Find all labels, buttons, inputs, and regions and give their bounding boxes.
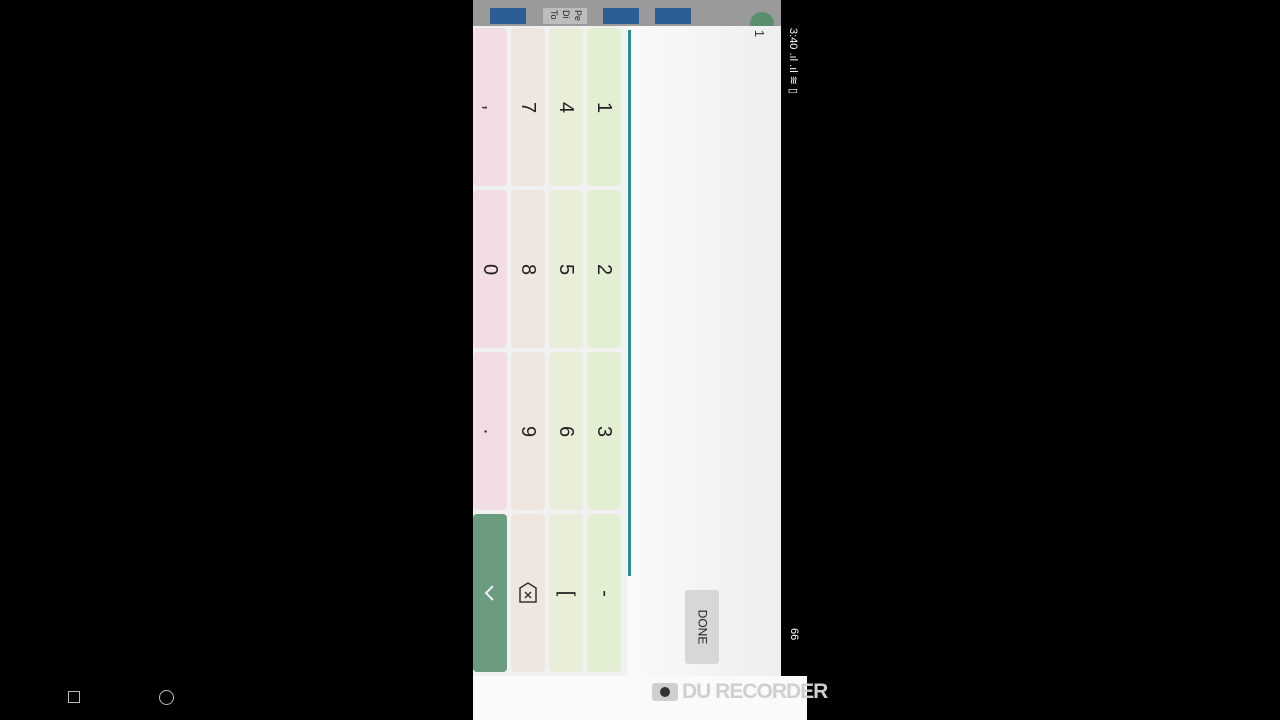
key-6[interactable]: 6 — [549, 352, 583, 510]
status-time: 3:40 .ıl .ıl ≋ ▯ — [787, 28, 799, 95]
keypad-column: 1 2 3 - — [587, 26, 623, 676]
back-key[interactable] — [473, 514, 507, 672]
background-block — [490, 8, 526, 24]
recents-button[interactable] — [68, 691, 80, 703]
input-value: 1 — [752, 29, 768, 38]
home-button[interactable] — [159, 690, 174, 705]
backspace-icon — [519, 582, 537, 603]
numeric-keypad: 1 2 3 - 4 5 6 [ 7 8 9 , 0 . — [473, 26, 623, 676]
keypad-column: , 0 . — [473, 26, 509, 676]
key-8[interactable]: 8 — [511, 190, 545, 348]
text-cursor — [628, 30, 631, 576]
key-bracket[interactable]: [ — [549, 514, 583, 672]
recorder-watermark: DU RECORDER — [652, 680, 828, 704]
background-block — [655, 8, 691, 24]
key-1[interactable]: 1 — [587, 28, 621, 186]
key-5[interactable]: 5 — [549, 190, 583, 348]
watermark-text: DU RECORDER — [682, 680, 828, 703]
done-button[interactable]: DONE — [685, 590, 719, 664]
key-0[interactable]: 0 — [473, 190, 507, 348]
background-text: Pe — [573, 10, 583, 22]
keypad-column: 7 8 9 — [511, 26, 547, 676]
key-2[interactable]: 2 — [587, 190, 621, 348]
camera-icon — [652, 683, 678, 701]
key-3[interactable]: 3 — [587, 352, 621, 510]
background-text-cell: Pe Di To — [543, 8, 587, 24]
phone-screen: Pe Di To 1 1 2 3 - 4 5 6 [ 7 8 9 , 0 . D… — [473, 0, 807, 720]
key-comma[interactable]: , — [473, 28, 507, 186]
backspace-key[interactable] — [511, 514, 545, 672]
key-7[interactable]: 7 — [511, 28, 545, 186]
background-block — [603, 8, 639, 24]
key-9[interactable]: 9 — [511, 352, 545, 510]
battery-icon: 66 — [788, 628, 800, 641]
key-period[interactable]: . — [473, 352, 507, 510]
keypad-column: 4 5 6 [ — [549, 26, 585, 676]
status-bar: 3:40 .ıl .ıl ≋ ▯ 66 — [781, 0, 807, 676]
background-text: To — [549, 10, 559, 20]
key-4[interactable]: 4 — [549, 28, 583, 186]
key-minus[interactable]: - — [587, 514, 621, 672]
input-area[interactable] — [627, 26, 781, 676]
background-text: Di — [561, 10, 571, 19]
chevron-left-icon — [484, 585, 494, 601]
